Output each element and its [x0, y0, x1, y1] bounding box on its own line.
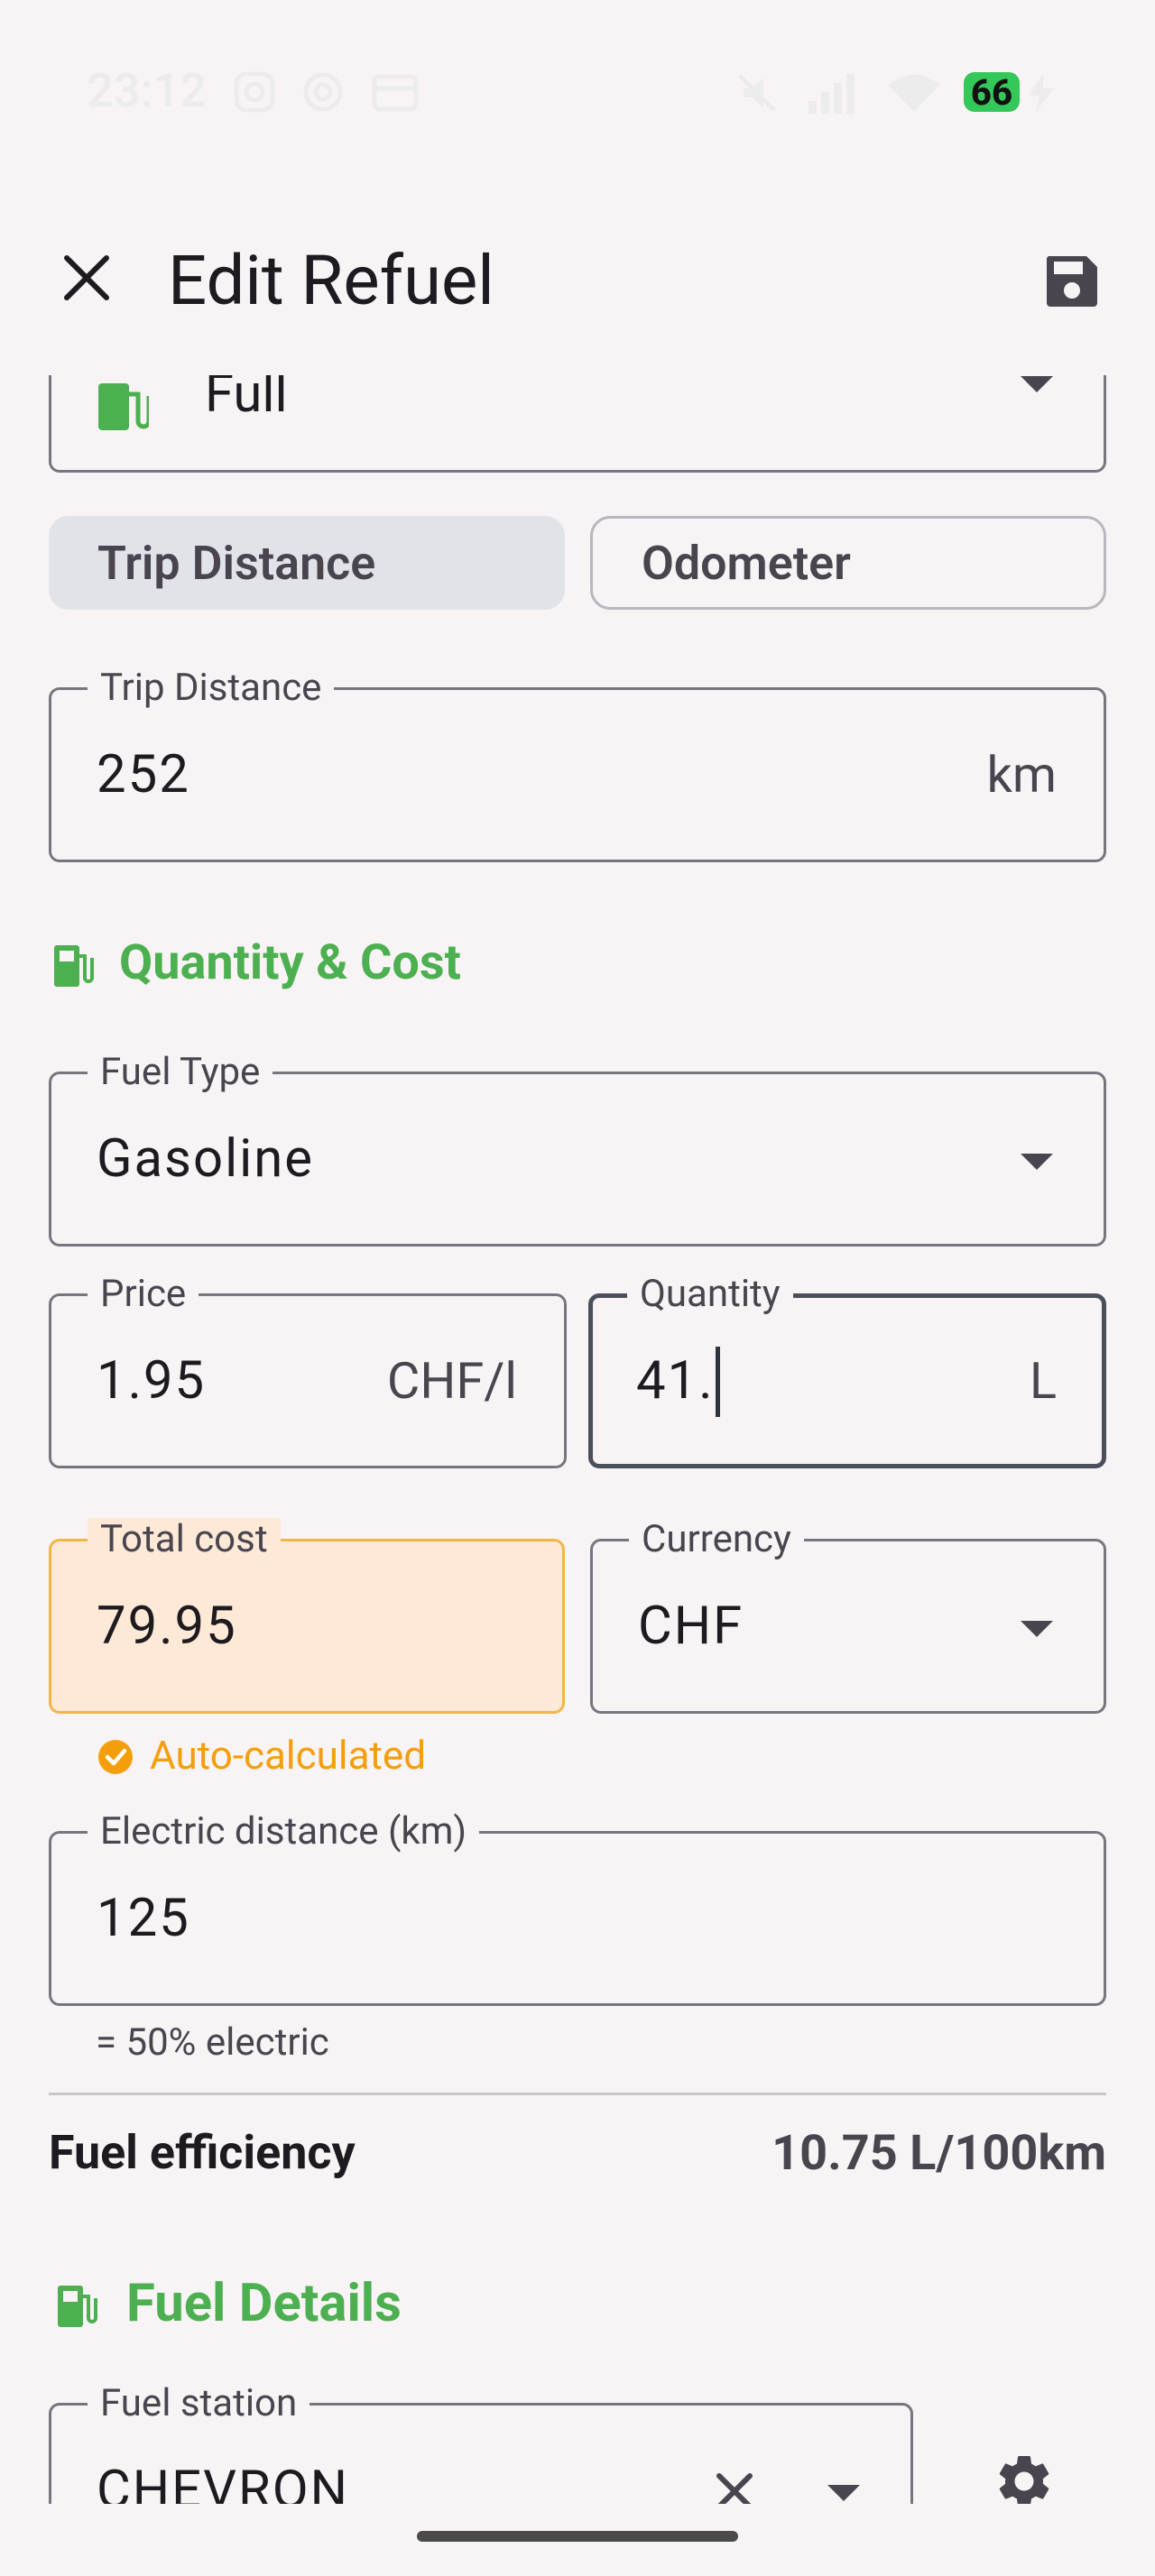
electric-distance-field[interactable]: Electric distance (km) 125 — [49, 1810, 1106, 2006]
close-icon[interactable] — [60, 251, 114, 305]
divider — [49, 2093, 1106, 2095]
status-time: 23:12 — [87, 63, 207, 118]
fill-type-value: Full — [205, 375, 288, 425]
auto-calculated-hint: Auto-calculated — [150, 1732, 427, 1779]
quantity-label: Quantity — [627, 1273, 793, 1316]
radar-icon — [303, 72, 343, 112]
fuel-efficiency-label: Fuel efficiency — [49, 2125, 356, 2180]
gear-icon[interactable] — [993, 2450, 1056, 2504]
section-fuel-details: Fuel Details — [126, 2273, 402, 2334]
segment-trip-distance[interactable]: Trip Distance — [49, 516, 565, 610]
mute-icon — [738, 74, 776, 112]
chevron-down-icon[interactable] — [1021, 376, 1053, 392]
price-unit: CHF/l — [386, 1351, 517, 1411]
price-value: 1.95 — [97, 1350, 207, 1412]
quantity-value: 41. — [636, 1350, 715, 1412]
fuel-station-value: CHEVRON — [97, 2460, 350, 2504]
home-indicator[interactable] — [417, 2531, 738, 2542]
trip-distance-unit: km — [986, 745, 1058, 805]
currency-dropdown[interactable]: Currency CHF — [590, 1518, 1106, 1714]
fuel-pump-icon — [98, 383, 149, 430]
charging-icon — [1029, 74, 1054, 112]
price-label: Price — [88, 1273, 199, 1316]
fuel-pump-icon — [58, 2286, 97, 2327]
trip-distance-label: Trip Distance — [88, 667, 335, 710]
fill-type-field[interactable]: Full — [49, 375, 1106, 473]
total-cost-value: 79.95 — [97, 1596, 237, 1657]
fuel-station-field[interactable]: Fuel station CHEVRON — [49, 2382, 913, 2504]
clear-icon[interactable] — [712, 2469, 757, 2504]
battery-indicator: 66 — [964, 71, 1020, 114]
status-bar: 23:12 66 — [0, 0, 1155, 180]
trip-distance-value: 252 — [97, 744, 190, 805]
fuel-efficiency-value: 10.75 L/100km — [772, 2125, 1106, 2182]
quantity-field[interactable]: Quantity 41. L — [588, 1273, 1106, 1468]
currency-label: Currency — [629, 1518, 804, 1561]
currency-value: CHF — [638, 1596, 744, 1657]
chevron-down-icon[interactable] — [1021, 1621, 1053, 1637]
text-cursor — [716, 1347, 720, 1417]
fuel-type-value: Gasoline — [97, 1128, 315, 1190]
electric-distance-label: Electric distance (km) — [88, 1810, 480, 1854]
fuel-station-label: Fuel station — [88, 2382, 310, 2425]
total-cost-label: Total cost — [88, 1518, 281, 1561]
form-content[interactable]: Full Trip Distance Odometer Trip Distanc… — [0, 375, 1155, 2504]
fuel-pump-icon — [54, 945, 94, 987]
card-icon — [372, 74, 419, 112]
electric-distance-value: 125 — [97, 1888, 190, 1949]
page-title: Edit Refuel — [168, 240, 494, 321]
chevron-down-icon[interactable] — [827, 2485, 860, 2501]
section-quantity-cost: Quantity & Cost — [119, 934, 461, 991]
instagram-icon — [234, 71, 275, 113]
quantity-unit: L — [1029, 1351, 1057, 1411]
check-circle-icon — [98, 1740, 133, 1774]
price-field[interactable]: Price 1.95 CHF/l — [49, 1273, 567, 1468]
save-icon[interactable] — [1043, 253, 1101, 310]
segment-odometer[interactable]: Odometer — [590, 516, 1106, 610]
trip-distance-field[interactable]: Trip Distance 252 km — [49, 667, 1106, 862]
electric-percent-hint: = 50% electric — [96, 2020, 329, 2065]
total-cost-field[interactable]: Total cost 79.95 — [49, 1518, 565, 1714]
signal-icon — [808, 74, 855, 114]
chevron-down-icon[interactable] — [1021, 1154, 1053, 1170]
wifi-icon — [888, 75, 940, 112]
fuel-type-label: Fuel Type — [88, 1051, 273, 1094]
fuel-type-dropdown[interactable]: Fuel Type Gasoline — [49, 1051, 1106, 1247]
